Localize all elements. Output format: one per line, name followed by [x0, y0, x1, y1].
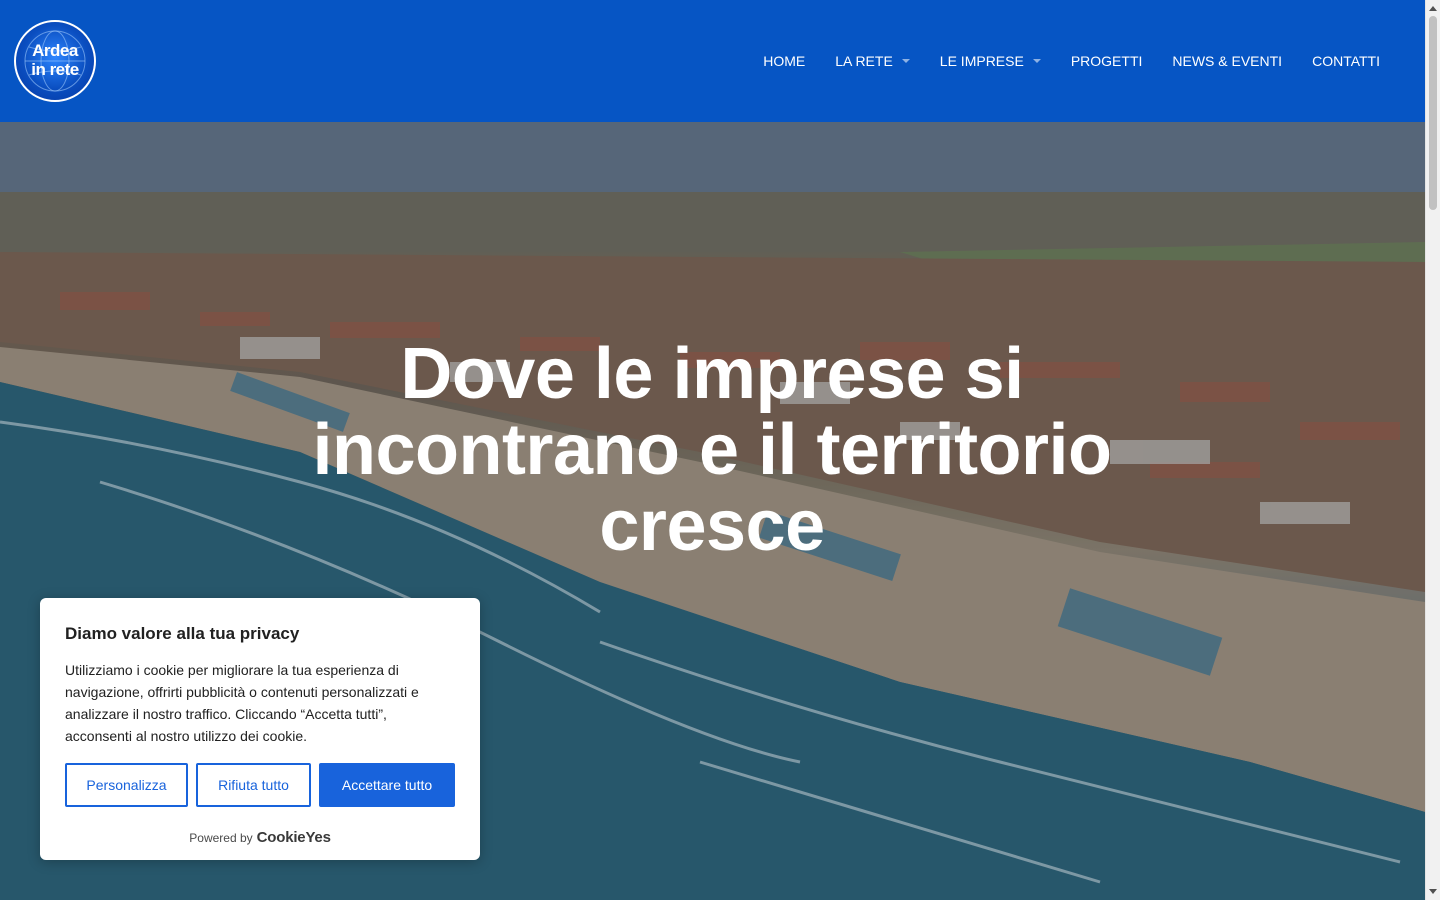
- chevron-down-icon: [1032, 59, 1041, 63]
- site-logo[interactable]: Ardea in rete: [14, 20, 96, 102]
- cookie-consent-banner: Diamo valore alla tua privacy Utilizziam…: [40, 598, 480, 860]
- main-nav: HOME LA RETE LE IMPRESE PROGETTI NEWS & …: [733, 0, 1380, 122]
- nav-le-imprese[interactable]: LE IMPRESE: [940, 53, 1041, 69]
- nav-contatti[interactable]: CONTATTI: [1312, 53, 1380, 69]
- cookie-banner-title: Diamo valore alla tua privacy: [65, 624, 300, 643]
- powered-by-label: Powered by: [189, 831, 253, 845]
- nav-progetti[interactable]: PROGETTI: [1071, 53, 1143, 69]
- cookieyes-logo[interactable]: CookieYes: [257, 829, 331, 846]
- cookie-banner-text: Utilizziamo i cookie per migliorare la t…: [65, 662, 419, 744]
- reject-all-button[interactable]: Rifiuta tutto: [196, 763, 311, 807]
- page-scrollbar[interactable]: [1425, 0, 1440, 900]
- customize-button[interactable]: Personalizza: [65, 763, 188, 807]
- hero-title: Dove le imprese si incontrano e il terri…: [312, 334, 1112, 566]
- nav-news-eventi[interactable]: NEWS & EVENTI: [1172, 53, 1282, 69]
- site-header: Ardea in rete HOME LA RETE LE IMPRESE PR…: [0, 0, 1425, 122]
- accept-all-button[interactable]: Accettare tutto: [319, 763, 455, 807]
- scroll-down-arrow-icon[interactable]: [1429, 889, 1437, 894]
- chevron-down-icon: [901, 59, 910, 63]
- nav-home[interactable]: HOME: [763, 53, 805, 69]
- powered-by: Powered by CookieYes: [40, 829, 480, 846]
- scrollbar-thumb[interactable]: [1429, 16, 1437, 210]
- nav-la-rete[interactable]: LA RETE: [835, 53, 910, 69]
- logo-text: Ardea in rete: [31, 41, 79, 79]
- scroll-up-arrow-icon[interactable]: [1429, 6, 1437, 11]
